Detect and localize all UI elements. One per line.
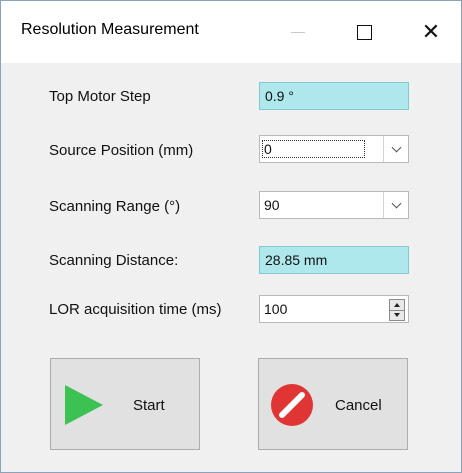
chevron-down-icon [391, 198, 401, 208]
spin-down-button[interactable] [390, 310, 404, 320]
chevron-down-icon [391, 142, 401, 152]
scanning-distance-field: 28.85 mm [259, 246, 409, 274]
close-icon: ✕ [421, 19, 441, 44]
cancel-icon [271, 384, 313, 426]
arrow-down-icon [394, 313, 400, 317]
lor-acquisition-time-label: LOR acquisition time (ms) [49, 301, 222, 318]
spin-buttons [389, 299, 405, 321]
lor-acquisition-time-value: 100 [264, 301, 288, 317]
source-position-value: 0 [262, 140, 365, 158]
start-button-label: Start [133, 397, 165, 414]
source-position-dropdown-button[interactable] [383, 136, 408, 162]
top-motor-step-field: 0.9 ° [259, 82, 409, 110]
minimize-button[interactable] [275, 1, 321, 63]
lor-acquisition-time-spinbox[interactable]: 100 [259, 295, 409, 323]
source-position-label: Source Position (mm) [49, 142, 194, 159]
arrow-up-icon [394, 303, 400, 307]
close-button[interactable]: ✕ [408, 1, 454, 63]
scanning-range-label: Scanning Range (°) [49, 198, 181, 215]
top-motor-step-label: Top Motor Step [49, 88, 151, 105]
scanning-range-dropdown-button[interactable] [383, 192, 408, 218]
resolution-measurement-window: Resolution Measurement ✕ Top Motor Step … [0, 0, 462, 473]
minimize-icon [291, 31, 305, 33]
cancel-button[interactable]: Cancel [258, 358, 408, 450]
start-button[interactable]: Start [50, 358, 200, 450]
source-position-combobox[interactable]: 0 [259, 135, 409, 163]
maximize-icon [356, 24, 372, 40]
scanning-range-combobox[interactable]: 90 [259, 191, 409, 219]
window-title: Resolution Measurement [21, 21, 199, 38]
play-icon [65, 385, 103, 425]
title-bar: Resolution Measurement ✕ [1, 1, 461, 63]
maximize-button[interactable] [341, 1, 387, 63]
scanning-distance-label: Scanning Distance: [49, 252, 179, 269]
cancel-button-label: Cancel [335, 397, 382, 414]
scanning-range-value: 90 [264, 197, 280, 213]
